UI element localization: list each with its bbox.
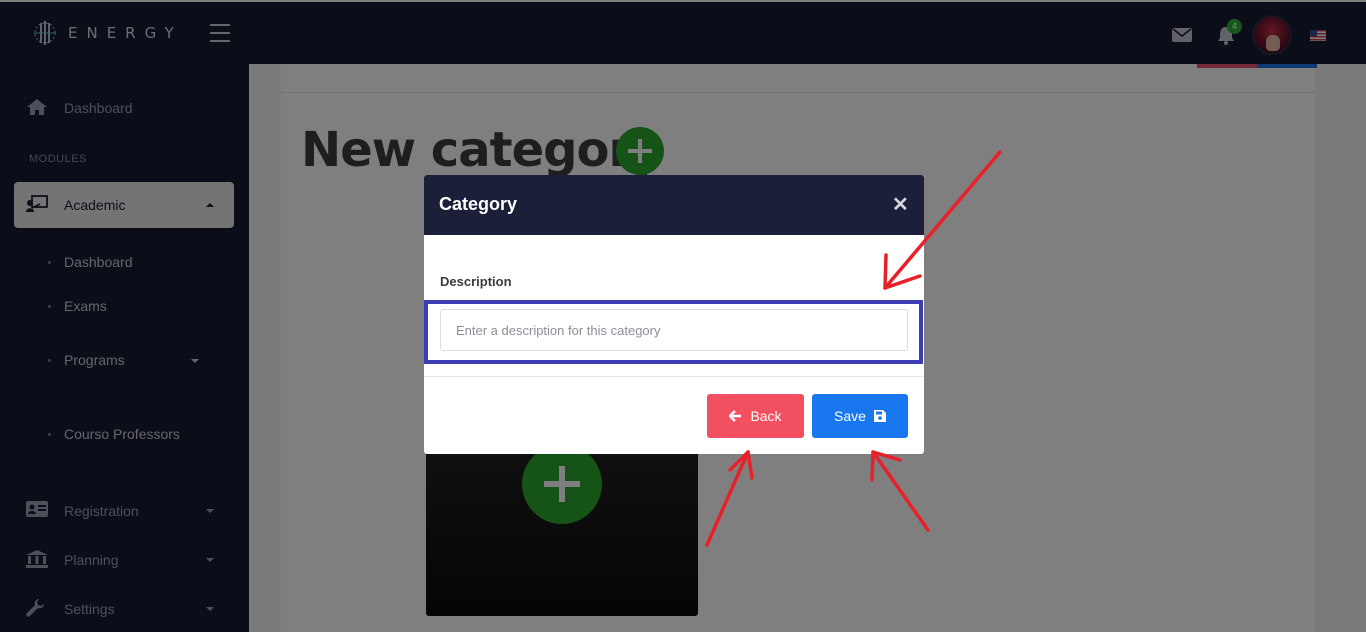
close-icon[interactable]: ✕ xyxy=(892,192,909,217)
arrow-left-icon xyxy=(729,410,742,422)
divider xyxy=(424,376,924,377)
back-button-label: Back xyxy=(750,408,782,424)
description-label: Description xyxy=(440,274,512,289)
back-button[interactable]: Back xyxy=(707,394,804,438)
save-button[interactable]: Save xyxy=(812,394,908,438)
description-input[interactable] xyxy=(440,309,908,351)
save-button-label: Save xyxy=(834,408,866,424)
modal-title: Category xyxy=(439,194,518,214)
floppy-disk-icon xyxy=(873,410,886,422)
category-modal: Category ✕ Description Back Save xyxy=(424,175,924,454)
modal-header: Category ✕ xyxy=(424,175,924,235)
